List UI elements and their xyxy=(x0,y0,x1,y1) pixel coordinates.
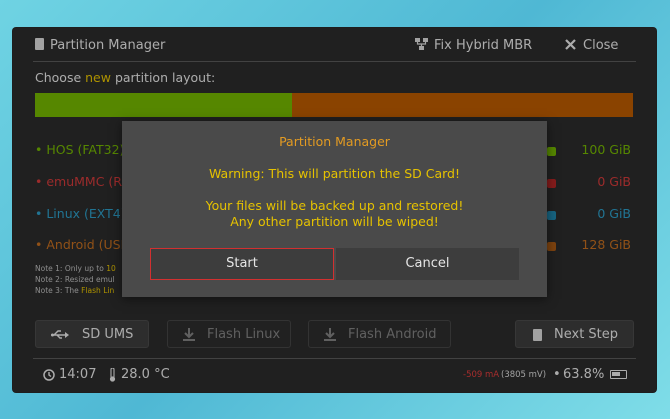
app-screen: Partition Manager Fix Hybrid MBR Close C… xyxy=(13,28,656,392)
cancel-button[interactable]: Cancel xyxy=(336,248,519,280)
dialog-backup-note: Your files will be backed up and restore… xyxy=(205,198,464,213)
confirm-dialog: Partition Manager Warning: This will par… xyxy=(122,121,547,297)
start-button[interactable]: Start xyxy=(150,248,334,280)
dialog-title: Partition Manager xyxy=(279,134,390,149)
dialog-wipe-note: Any other partition will be wiped! xyxy=(230,214,439,229)
dialog-warning: Warning: This will partition the SD Card… xyxy=(208,166,460,181)
